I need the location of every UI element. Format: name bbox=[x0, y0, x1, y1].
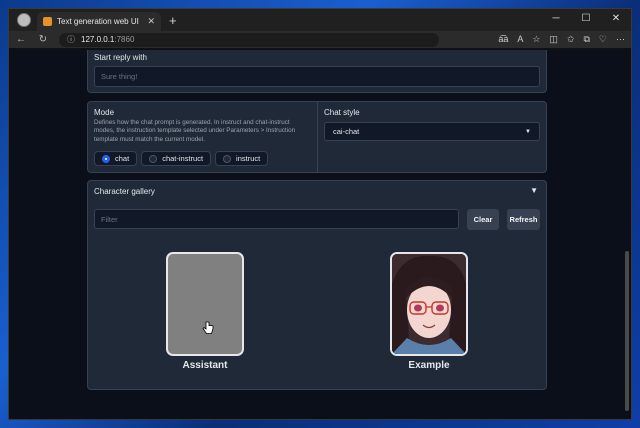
minimize-button[interactable]: ─ bbox=[541, 9, 571, 27]
url-host: 127.0.0.1 bbox=[81, 35, 115, 44]
url-port: :7860 bbox=[114, 35, 135, 44]
character-portrait bbox=[392, 254, 466, 354]
url-text: 127.0.0.1:7860 bbox=[81, 35, 134, 44]
mode-label: Mode bbox=[94, 108, 115, 117]
start-reply-input[interactable]: Sure thing! bbox=[94, 66, 540, 87]
chat-style-label: Chat style bbox=[324, 108, 360, 117]
start-reply-label: Start reply with bbox=[94, 53, 147, 62]
clear-button[interactable]: Clear bbox=[467, 209, 499, 230]
new-tab-button[interactable]: + bbox=[169, 13, 177, 28]
assistant-card-image[interactable] bbox=[166, 252, 244, 356]
character-gallery-panel: Character gallery ▼ Filter Clear Refresh… bbox=[87, 180, 547, 390]
mode-option-label: chat-instruct bbox=[162, 154, 204, 163]
filter-placeholder: Filter bbox=[101, 215, 118, 224]
browser-tab[interactable]: Text generation web UI ✕ bbox=[37, 12, 161, 31]
tab-close-icon[interactable]: ✕ bbox=[147, 16, 155, 27]
mode-option-instruct[interactable]: instruct bbox=[215, 151, 269, 166]
favorite-icon[interactable]: ☆ bbox=[532, 34, 540, 45]
split-screen-icon[interactable]: ◫ bbox=[549, 34, 558, 45]
mode-section: Mode Defines how the chat prompt is gene… bbox=[88, 102, 318, 172]
collections-icon[interactable]: ⧉ bbox=[583, 34, 589, 45]
mode-description: Defines how the chat prompt is generated… bbox=[94, 119, 296, 143]
radio-icon bbox=[223, 154, 232, 163]
text-size-icon[interactable]: A bbox=[517, 34, 523, 45]
chevron-down-icon: ▼ bbox=[525, 128, 531, 135]
start-reply-panel: Start reply with Sure thing! bbox=[87, 50, 547, 93]
copilot-icon[interactable]: ♡ bbox=[599, 34, 607, 45]
browser-window: Text generation web UI ✕ + ─ ☐ ✕ ← ↻ ⓘ 1… bbox=[8, 8, 632, 420]
page-content: Start reply with Sure thing! Mode Define… bbox=[9, 50, 631, 419]
page-scrollbar[interactable] bbox=[625, 51, 629, 417]
favorites-icon[interactable]: ✩ bbox=[567, 34, 575, 45]
read-aloud-icon[interactable]: a͡a bbox=[498, 34, 508, 45]
collapse-triangle-icon[interactable]: ▼ bbox=[530, 186, 538, 195]
mode-option-label: instruct bbox=[236, 154, 261, 163]
title-bar: Text generation web UI ✕ + ─ ☐ ✕ bbox=[9, 9, 631, 31]
mode-option-chat-instruct[interactable]: chat-instruct bbox=[141, 151, 212, 166]
radio-icon bbox=[149, 154, 158, 163]
gallery-filter-input[interactable]: Filter bbox=[94, 209, 459, 229]
maximize-button[interactable]: ☐ bbox=[571, 9, 601, 27]
back-icon[interactable]: ← bbox=[15, 34, 27, 45]
url-field[interactable]: ⓘ 127.0.0.1:7860 bbox=[59, 32, 439, 47]
tab-title: Text generation web UI bbox=[57, 17, 139, 26]
start-reply-placeholder: Sure thing! bbox=[101, 72, 138, 81]
scrollbar-thumb[interactable] bbox=[625, 251, 629, 411]
assistant-card-name[interactable]: Assistant bbox=[166, 360, 244, 371]
mode-panel: Mode Defines how the chat prompt is gene… bbox=[87, 101, 547, 173]
address-bar: ← ↻ ⓘ 127.0.0.1:7860 a͡a A ☆ ◫ ✩ ⧉ ♡ ⋯ bbox=[9, 31, 631, 49]
gallery-title: Character gallery bbox=[94, 187, 155, 196]
mode-option-label: chat bbox=[115, 154, 130, 163]
chat-style-value: cai-chat bbox=[333, 127, 360, 136]
example-card-image[interactable] bbox=[390, 252, 468, 356]
favicon-icon bbox=[43, 17, 52, 26]
mode-radio-group: chat chat-instruct instruct bbox=[94, 151, 269, 166]
hand-cursor-icon bbox=[202, 321, 214, 334]
more-icon[interactable]: ⋯ bbox=[616, 34, 625, 45]
chat-style-dropdown[interactable]: cai-chat ▼ bbox=[324, 122, 540, 141]
site-info-icon[interactable]: ⓘ bbox=[67, 34, 75, 45]
mode-option-chat[interactable]: chat bbox=[94, 151, 138, 166]
window-controls: ─ ☐ ✕ bbox=[541, 9, 631, 27]
profile-avatar[interactable] bbox=[17, 13, 31, 27]
toolbar-icons: a͡a A ☆ ◫ ✩ ⧉ ♡ ⋯ bbox=[498, 34, 625, 45]
radio-selected-icon bbox=[102, 154, 110, 163]
example-card-name[interactable]: Example bbox=[390, 360, 468, 371]
refresh-button[interactable]: Refresh bbox=[507, 209, 540, 230]
refresh-icon[interactable]: ↻ bbox=[37, 34, 49, 45]
close-window-button[interactable]: ✕ bbox=[601, 9, 631, 27]
